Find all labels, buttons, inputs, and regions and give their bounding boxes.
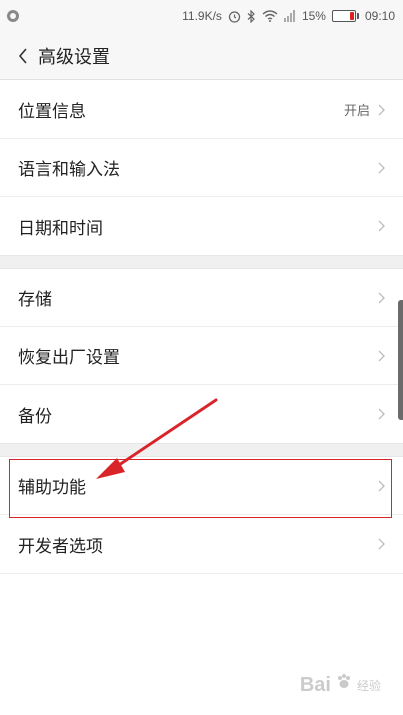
status-left [6,9,20,23]
settings-section: 辅助功能 开发者选项 [0,457,403,574]
settings-item-label: 备份 [18,406,52,427]
app-header: 高级设置 [0,32,403,80]
chevron-right-icon [378,104,385,116]
battery-icon [331,10,359,22]
chevron-right-icon [378,220,385,232]
settings-item-label: 日期和时间 [18,218,103,239]
settings-section: 位置信息 开启 语言和输入法 日期和时间 [0,81,403,255]
location-status-value: 开启 [343,104,370,119]
settings-item-backup[interactable]: 备份 [0,385,403,443]
settings-item-accessibility[interactable]: 辅助功能 [0,457,403,515]
notification-app-icon [6,9,20,23]
settings-section: 存储 恢复出厂设置 备份 [0,269,403,443]
back-button[interactable] [14,44,32,68]
page-title: 高级设置 [38,46,110,68]
settings-item-factory-reset[interactable]: 恢复出厂设置 [0,327,403,385]
paw-icon [335,673,353,697]
chevron-right-icon [378,538,385,550]
chevron-right-icon [378,292,385,304]
chevron-right-icon [378,162,385,174]
status-bar: 11.9K/s 15% 09:10 [0,0,403,32]
settings-item-label: 恢复出厂设置 [18,348,120,368]
network-speed: 11.9K/s [182,9,222,23]
settings-item-storage[interactable]: 存储 [0,269,403,327]
chevron-right-icon [378,408,385,420]
wifi-icon [262,10,278,22]
chevron-right-icon [378,480,385,492]
alarm-icon [228,10,241,23]
status-right: 11.9K/s 15% 09:10 [182,9,395,23]
back-arrow-icon [18,47,27,64]
scroll-handle[interactable] [398,300,403,420]
settings-item-label: 位置信息 [18,102,86,122]
settings-item-label: 语言和输入法 [18,160,120,180]
settings-item-date-time[interactable]: 日期和时间 [0,197,403,255]
watermark-logo: Bai 经验 [300,673,381,697]
settings-item-label: 存储 [18,290,52,310]
settings-item-label: 开发者选项 [18,536,103,557]
chevron-right-icon [378,350,385,362]
battery-percent: 15% [301,9,326,23]
section-divider [0,255,403,269]
clock-time: 09:10 [364,9,395,23]
section-divider [0,443,403,457]
settings-item-language-input[interactable]: 语言和输入法 [0,139,403,197]
settings-item-label: 辅助功能 [18,478,86,498]
settings-item-developer-options[interactable]: 开发者选项 [0,515,403,573]
bluetooth-icon [247,9,256,23]
signal-icon [283,10,296,22]
settings-item-location[interactable]: 位置信息 开启 [0,81,403,139]
settings-list: 位置信息 开启 语言和输入法 日期和时间 存储 恢复出厂设置 备份 辅助功能 开… [0,81,403,574]
watermark-text: Bai [299,673,331,696]
watermark-suffix: 经验 [356,678,381,693]
